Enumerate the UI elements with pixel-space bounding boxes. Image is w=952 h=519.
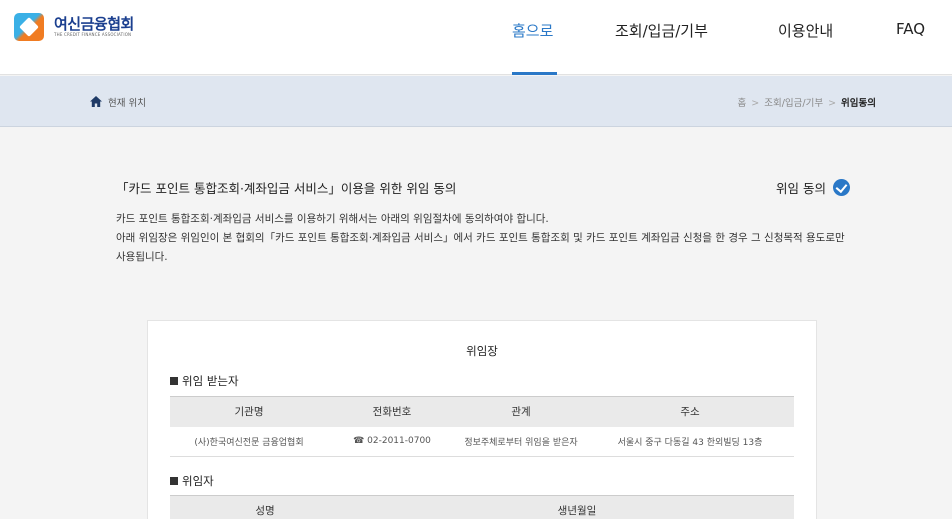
intro-desc-line: 카드 포인트 통합조회·계좌입금 서비스를 이용하기 위해서는 아래의 위임절차… [116, 213, 549, 225]
table-header-row: 기관명 전화번호 관계 주소 [170, 396, 794, 427]
delegatee-table: 기관명 전화번호 관계 주소 (사)한국여신전문 금융업협회 ☎ 02-2011… [170, 396, 794, 457]
nav-inquiry-deposit-donation[interactable]: 조회/입금/기부 [615, 20, 708, 41]
table-cell: ☎ 02-2011-0700 [328, 426, 456, 457]
table-cell: 서울시 중구 다동길 43 한외빌딩 13층 [586, 426, 794, 457]
location-label: 현재 위치 [108, 98, 146, 109]
logo-name-kr: 여신금융협회 [54, 15, 134, 33]
page-title: 「카드 포인트 통합조회·계좌입금 서비스」이용을 위한 위임 동의 [116, 181, 457, 196]
home-icon [90, 96, 102, 107]
delegator-table: 성명 생년월일 [170, 495, 794, 519]
table-row: (사)한국여신전문 금융업협회 ☎ 02-2011-0700 정보주체로부터 위… [170, 426, 794, 457]
location-bar: 현재 위치 홈 > 조회/입금/기부 > 위임동의 [0, 76, 952, 127]
breadcrumb-inquiry[interactable]: 조회/입금/기부 [764, 98, 823, 109]
delegator-heading: 위임자 [170, 473, 214, 489]
column-header: 생년월일 [360, 495, 794, 519]
logo-name-en: THE CREDIT FINANCE ASSOCIATION [54, 32, 132, 37]
column-header: 전화번호 [328, 396, 456, 427]
table-cell: (사)한국여신전문 금융업협회 [170, 426, 328, 457]
column-header: 성명 [170, 495, 360, 519]
nav-faq[interactable]: FAQ [896, 20, 925, 38]
document-title: 위임장 [466, 344, 498, 358]
logo-mark-icon [14, 12, 48, 42]
table-cell: 정보주체로부터 위임을 받은자 [456, 426, 586, 457]
nav-active-indicator [512, 72, 557, 75]
delegatee-heading: 위임 받는자 [170, 373, 239, 389]
breadcrumb: 홈 > 조회/입금/기부 > 위임동의 [737, 98, 877, 109]
column-header: 관계 [456, 396, 586, 427]
breadcrumb-current: 위임동의 [841, 98, 876, 109]
consent-toggle[interactable]: 위임 동의 [776, 178, 850, 197]
intro-desc-line: 아래 위임장은 위임인이 본 협회의「카드 포인트 통합조회·계좌입금 서비스」… [116, 232, 845, 263]
column-header: 기관명 [170, 396, 328, 427]
power-of-attorney-card: 위임장 위임 받는자 기관명 전화번호 관계 주소 (사)한국여신전문 금융업협… [147, 320, 817, 519]
logo[interactable]: 여신금융협회 THE CREDIT FINANCE ASSOCIATION [14, 12, 134, 42]
site-header: 여신금융협회 THE CREDIT FINANCE ASSOCIATION 홈으… [0, 0, 952, 75]
consent-label: 위임 동의 [776, 181, 826, 196]
table-header-row: 성명 생년월일 [170, 495, 794, 519]
breadcrumb-home[interactable]: 홈 [738, 98, 747, 109]
check-circle-icon[interactable] [832, 179, 850, 196]
intro-description: 카드 포인트 통합조회·계좌입금 서비스를 이용하기 위해서는 아래의 위임절차… [116, 210, 856, 267]
column-header: 주소 [586, 396, 794, 427]
nav-home[interactable]: 홈으로 [512, 20, 553, 41]
nav-guide[interactable]: 이용안내 [778, 20, 833, 41]
